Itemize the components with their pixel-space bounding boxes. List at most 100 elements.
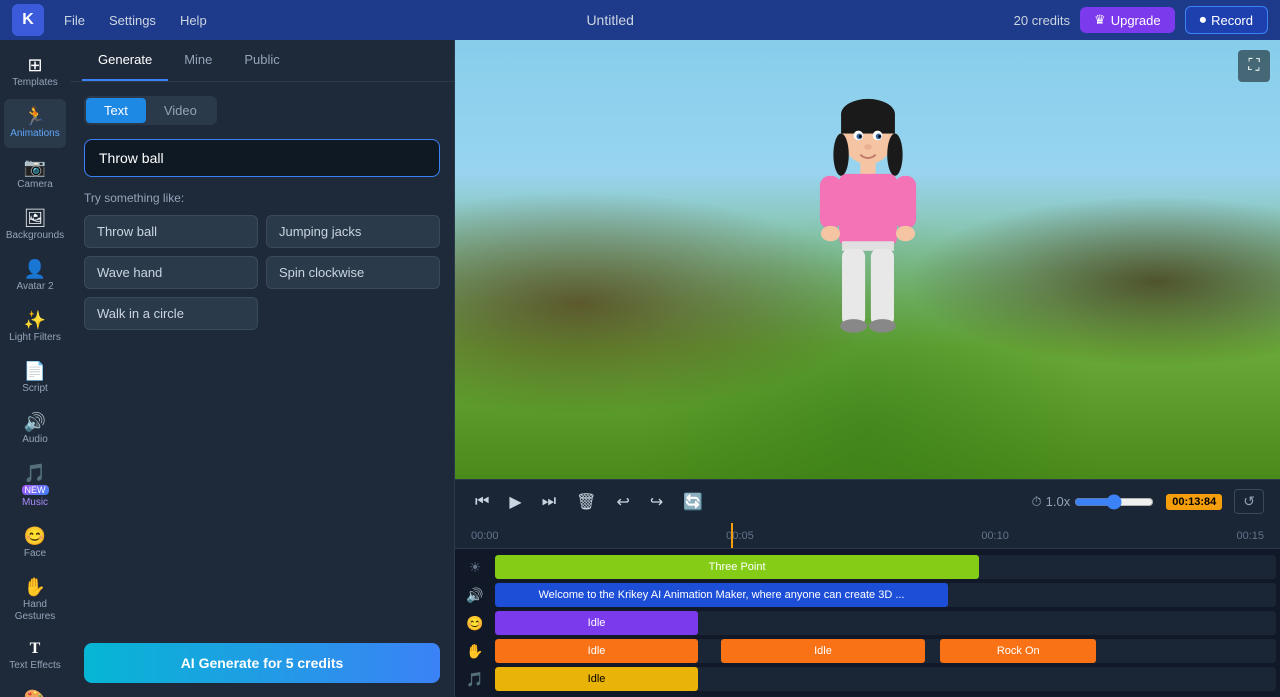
character: [808, 97, 928, 347]
tab-mine[interactable]: Mine: [168, 40, 228, 81]
animation-search-input[interactable]: [84, 139, 440, 177]
track-block-three-point[interactable]: Three Point: [495, 555, 979, 579]
track-area-audio[interactable]: Welcome to the Krikey AI Animation Maker…: [495, 583, 1276, 607]
text-effects-icon: T: [30, 641, 41, 657]
sidebar-label-music: NEW Music: [22, 485, 49, 509]
suggestions-label: Try something like:: [84, 191, 440, 205]
main-layout: ⊞ Templates 🏃 Animations 📷 Camera 🖼 Back…: [0, 40, 1280, 697]
track-row-audio: 🔊 Welcome to the Krikey AI Animation Mak…: [455, 581, 1280, 609]
sidebar-label-script: Script: [22, 383, 48, 395]
generate-button[interactable]: AI Generate for 5 credits: [84, 643, 440, 683]
upgrade-button[interactable]: ♛ Upgrade: [1080, 7, 1175, 33]
track-area-face[interactable]: Idle: [495, 611, 1276, 635]
tab-generate[interactable]: Generate: [82, 40, 168, 81]
audio-icon: 🔊: [24, 413, 46, 431]
track-block-idle-hand-2[interactable]: Idle: [721, 639, 924, 663]
speed-icon: ⏱: [1032, 494, 1042, 510]
current-time-display: 00:13:84: [1166, 494, 1222, 510]
app-logo: K: [12, 4, 44, 36]
suggestion-jumping-jacks[interactable]: Jumping jacks: [266, 215, 440, 248]
skip-start-button[interactable]: ⏮: [471, 489, 493, 515]
sidebar-item-audio[interactable]: 🔊 Audio: [4, 405, 66, 454]
music-badge: NEW: [22, 485, 49, 495]
suggestion-throw-ball[interactable]: Throw ball: [84, 215, 258, 248]
sidebar-item-camera[interactable]: 📷 Camera: [4, 150, 66, 199]
suggestion-wave-hand[interactable]: Wave hand: [84, 256, 258, 289]
speed-value: 1.0x: [1046, 494, 1071, 509]
sidebar-label-text-effects: Text Effects: [9, 660, 61, 672]
music-icon: 🎵: [24, 464, 46, 482]
toggle-video[interactable]: Video: [146, 98, 215, 123]
track-block-idle-face[interactable]: Idle: [495, 611, 698, 635]
sidebar-item-animations[interactable]: 🏃 Animations: [4, 99, 66, 148]
text-video-toggle: Text Video: [84, 96, 217, 125]
playhead[interactable]: [731, 523, 733, 548]
sidebar-item-music[interactable]: 🎵 NEW Music: [4, 456, 66, 517]
track-block-rock-on[interactable]: Rock On: [940, 639, 1096, 663]
sidebar-item-light-filters[interactable]: ✨ Light Filters: [4, 303, 66, 352]
track-block-idle-music[interactable]: Idle: [495, 667, 698, 691]
crown-icon: ♛: [1094, 12, 1106, 28]
light-filters-icon: ✨: [24, 311, 46, 329]
sidebar-label-audio: Audio: [22, 434, 48, 446]
sidebar-label-light-filters: Light Filters: [9, 332, 61, 344]
templates-icon: ⊞: [27, 56, 42, 74]
ruler-mark-0: 00:00: [471, 530, 499, 542]
nav-settings[interactable]: Settings: [109, 13, 156, 28]
reset-button[interactable]: ↺: [1234, 489, 1264, 514]
track-icon-hand: ✋: [455, 643, 495, 660]
track-area-music[interactable]: Idle: [495, 667, 1276, 691]
sidebar-label-camera: Camera: [17, 179, 53, 191]
redo-button[interactable]: ↪: [646, 488, 667, 516]
undo-button[interactable]: ↩: [612, 488, 633, 516]
nav-actions: 20 credits ♛ Upgrade ⏺ Record: [1014, 6, 1268, 34]
sidebar-label-avatar2: Avatar 2: [16, 281, 53, 293]
track-area-hand[interactable]: Idle Idle Rock On: [495, 639, 1276, 663]
sidebar-item-text-effects[interactable]: T Text Effects: [4, 633, 66, 680]
sidebar-item-templates[interactable]: ⊞ Templates: [4, 48, 66, 97]
credits-display: 20 credits: [1014, 13, 1070, 28]
backgrounds-icon: 🖼: [24, 209, 47, 227]
timeline-ruler: 00:00 00:05 00:10 00:15: [455, 523, 1280, 549]
sidebar-item-face[interactable]: 😊 Face: [4, 519, 66, 568]
generate-panel: Generate Mine Public Text Video Try some…: [70, 40, 455, 697]
nav-help[interactable]: Help: [180, 13, 207, 28]
delete-button[interactable]: 🗑: [572, 488, 600, 516]
avatar2-icon: 👤: [24, 260, 46, 278]
sidebar-item-color-filters[interactable]: 🎨 Color Filters: [4, 682, 66, 697]
panel-tabs: Generate Mine Public: [70, 40, 454, 82]
skip-end-button[interactable]: ⏭: [538, 489, 560, 515]
tab-public[interactable]: Public: [228, 40, 295, 81]
script-icon: 📄: [24, 362, 46, 380]
project-title: Untitled: [227, 12, 994, 28]
track-block-idle-hand-1[interactable]: Idle: [495, 639, 698, 663]
track-icon-face: 😊: [455, 615, 495, 632]
sidebar-item-hand-gestures[interactable]: ✋ Hand Gestures: [4, 570, 66, 631]
suggestions-grid: Throw ball Jumping jacks Wave hand Spin …: [84, 215, 440, 330]
track-area-light[interactable]: Three Point: [495, 555, 1276, 579]
hand-gestures-icon: ✋: [24, 578, 46, 596]
loop-button[interactable]: 🔄: [679, 488, 707, 516]
sidebar-item-avatar2[interactable]: 👤 Avatar 2: [4, 252, 66, 301]
play-button[interactable]: ▶: [505, 488, 525, 516]
color-filters-icon: 🎨: [24, 690, 46, 697]
ruler-marks: 00:00 00:05 00:10 00:15: [471, 530, 1264, 542]
ruler-mark-3: 00:15: [1236, 530, 1264, 542]
toggle-text[interactable]: Text: [86, 98, 146, 123]
sidebar-item-backgrounds[interactable]: 🖼 Backgrounds: [4, 201, 66, 250]
record-icon: ⏺: [1200, 12, 1207, 28]
speed-slider[interactable]: [1074, 494, 1154, 510]
sidebar-item-script[interactable]: 📄 Script: [4, 354, 66, 403]
nav-file[interactable]: File: [64, 13, 85, 28]
sidebar-label-face: Face: [24, 548, 46, 560]
sidebar: ⊞ Templates 🏃 Animations 📷 Camera 🖼 Back…: [0, 40, 70, 697]
timeline-tracks: ☀ Three Point 🔊 Welcome to the Krikey AI…: [455, 549, 1280, 697]
fullscreen-button[interactable]: ⛶: [1238, 50, 1270, 82]
track-block-welcome[interactable]: Welcome to the Krikey AI Animation Maker…: [495, 583, 948, 607]
timeline: 00:00 00:05 00:10 00:15 ☀ Three Point: [455, 523, 1280, 697]
record-button[interactable]: ⏺ Record: [1185, 6, 1268, 34]
sidebar-label-backgrounds: Backgrounds: [6, 230, 64, 242]
suggestion-spin-clockwise[interactable]: Spin clockwise: [266, 256, 440, 289]
track-row-light: ☀ Three Point: [455, 553, 1280, 581]
suggestion-walk-circle[interactable]: Walk in a circle: [84, 297, 258, 330]
